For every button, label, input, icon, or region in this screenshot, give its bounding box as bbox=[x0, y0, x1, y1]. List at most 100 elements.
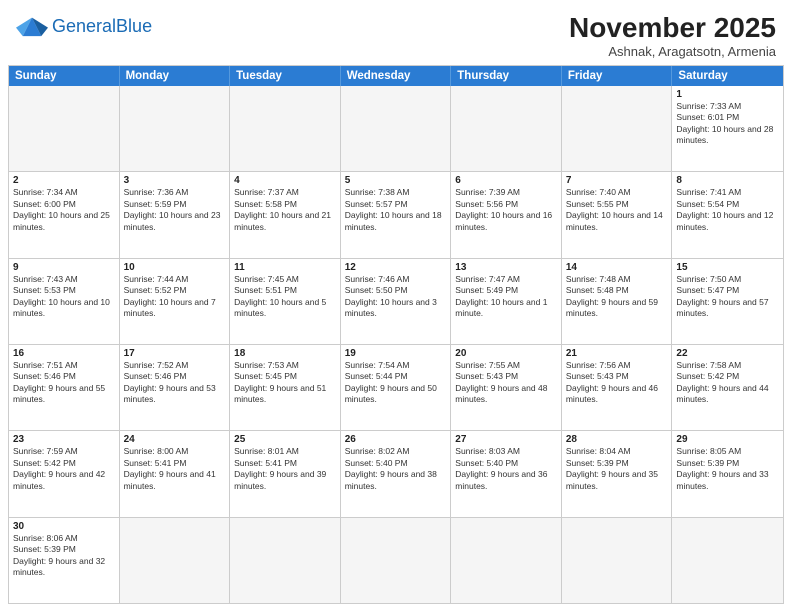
sun-info: Sunrise: 7:51 AM Sunset: 5:46 PM Dayligh… bbox=[13, 360, 115, 406]
day-number: 3 bbox=[124, 175, 226, 186]
sun-info: Sunrise: 7:44 AM Sunset: 5:52 PM Dayligh… bbox=[124, 274, 226, 320]
sun-info: Sunrise: 8:00 AM Sunset: 5:41 PM Dayligh… bbox=[124, 446, 226, 492]
sun-info: Sunrise: 7:38 AM Sunset: 5:57 PM Dayligh… bbox=[345, 187, 447, 233]
month-title: November 2025 bbox=[569, 12, 776, 44]
cal-cell: 30Sunrise: 8:06 AM Sunset: 5:39 PM Dayli… bbox=[9, 518, 120, 603]
day-number: 6 bbox=[455, 175, 557, 186]
sun-info: Sunrise: 7:37 AM Sunset: 5:58 PM Dayligh… bbox=[234, 187, 336, 233]
cal-cell bbox=[672, 518, 783, 603]
day-number: 24 bbox=[124, 434, 226, 445]
cal-header-thursday: Thursday bbox=[451, 66, 562, 86]
cal-cell: 27Sunrise: 8:03 AM Sunset: 5:40 PM Dayli… bbox=[451, 431, 562, 516]
page: GeneralBlue November 2025 Ashnak, Aragat… bbox=[0, 0, 792, 612]
cal-cell bbox=[341, 86, 452, 171]
day-number: 16 bbox=[13, 348, 115, 359]
cal-cell: 19Sunrise: 7:54 AM Sunset: 5:44 PM Dayli… bbox=[341, 345, 452, 430]
sun-info: Sunrise: 7:52 AM Sunset: 5:46 PM Dayligh… bbox=[124, 360, 226, 406]
cal-cell: 2Sunrise: 7:34 AM Sunset: 6:00 PM Daylig… bbox=[9, 172, 120, 257]
logo: GeneralBlue bbox=[16, 12, 152, 40]
sun-info: Sunrise: 7:59 AM Sunset: 5:42 PM Dayligh… bbox=[13, 446, 115, 492]
sun-info: Sunrise: 7:45 AM Sunset: 5:51 PM Dayligh… bbox=[234, 274, 336, 320]
day-number: 27 bbox=[455, 434, 557, 445]
sun-info: Sunrise: 7:54 AM Sunset: 5:44 PM Dayligh… bbox=[345, 360, 447, 406]
sun-info: Sunrise: 7:53 AM Sunset: 5:45 PM Dayligh… bbox=[234, 360, 336, 406]
sun-info: Sunrise: 7:34 AM Sunset: 6:00 PM Dayligh… bbox=[13, 187, 115, 233]
cal-cell: 16Sunrise: 7:51 AM Sunset: 5:46 PM Dayli… bbox=[9, 345, 120, 430]
cal-cell bbox=[120, 518, 231, 603]
title-block: November 2025 Ashnak, Aragatsotn, Armeni… bbox=[569, 12, 776, 59]
sun-info: Sunrise: 8:01 AM Sunset: 5:41 PM Dayligh… bbox=[234, 446, 336, 492]
cal-cell: 20Sunrise: 7:55 AM Sunset: 5:43 PM Dayli… bbox=[451, 345, 562, 430]
logo-icon bbox=[16, 12, 48, 40]
day-number: 25 bbox=[234, 434, 336, 445]
day-number: 21 bbox=[566, 348, 668, 359]
sun-info: Sunrise: 7:40 AM Sunset: 5:55 PM Dayligh… bbox=[566, 187, 668, 233]
cal-cell bbox=[230, 518, 341, 603]
cal-cell: 1Sunrise: 7:33 AM Sunset: 6:01 PM Daylig… bbox=[672, 86, 783, 171]
sun-info: Sunrise: 8:06 AM Sunset: 5:39 PM Dayligh… bbox=[13, 533, 115, 579]
day-number: 7 bbox=[566, 175, 668, 186]
sun-info: Sunrise: 7:39 AM Sunset: 5:56 PM Dayligh… bbox=[455, 187, 557, 233]
cal-cell: 29Sunrise: 8:05 AM Sunset: 5:39 PM Dayli… bbox=[672, 431, 783, 516]
cal-cell: 23Sunrise: 7:59 AM Sunset: 5:42 PM Dayli… bbox=[9, 431, 120, 516]
day-number: 19 bbox=[345, 348, 447, 359]
sun-info: Sunrise: 8:02 AM Sunset: 5:40 PM Dayligh… bbox=[345, 446, 447, 492]
cal-header-friday: Friday bbox=[562, 66, 673, 86]
cal-cell: 15Sunrise: 7:50 AM Sunset: 5:47 PM Dayli… bbox=[672, 259, 783, 344]
sun-info: Sunrise: 7:43 AM Sunset: 5:53 PM Dayligh… bbox=[13, 274, 115, 320]
cal-header-tuesday: Tuesday bbox=[230, 66, 341, 86]
day-number: 22 bbox=[676, 348, 779, 359]
cal-cell: 14Sunrise: 7:48 AM Sunset: 5:48 PM Dayli… bbox=[562, 259, 673, 344]
cal-week-2: 2Sunrise: 7:34 AM Sunset: 6:00 PM Daylig… bbox=[9, 171, 783, 257]
cal-cell bbox=[562, 86, 673, 171]
day-number: 11 bbox=[234, 262, 336, 273]
cal-week-6: 30Sunrise: 8:06 AM Sunset: 5:39 PM Dayli… bbox=[9, 517, 783, 603]
cal-cell: 6Sunrise: 7:39 AM Sunset: 5:56 PM Daylig… bbox=[451, 172, 562, 257]
sun-info: Sunrise: 7:46 AM Sunset: 5:50 PM Dayligh… bbox=[345, 274, 447, 320]
day-number: 17 bbox=[124, 348, 226, 359]
cal-week-5: 23Sunrise: 7:59 AM Sunset: 5:42 PM Dayli… bbox=[9, 430, 783, 516]
day-number: 26 bbox=[345, 434, 447, 445]
cal-cell: 28Sunrise: 8:04 AM Sunset: 5:39 PM Dayli… bbox=[562, 431, 673, 516]
sun-info: Sunrise: 8:03 AM Sunset: 5:40 PM Dayligh… bbox=[455, 446, 557, 492]
cal-cell: 18Sunrise: 7:53 AM Sunset: 5:45 PM Dayli… bbox=[230, 345, 341, 430]
sun-info: Sunrise: 7:48 AM Sunset: 5:48 PM Dayligh… bbox=[566, 274, 668, 320]
day-number: 15 bbox=[676, 262, 779, 273]
cal-cell: 12Sunrise: 7:46 AM Sunset: 5:50 PM Dayli… bbox=[341, 259, 452, 344]
cal-cell: 3Sunrise: 7:36 AM Sunset: 5:59 PM Daylig… bbox=[120, 172, 231, 257]
day-number: 23 bbox=[13, 434, 115, 445]
day-number: 9 bbox=[13, 262, 115, 273]
sun-info: Sunrise: 8:05 AM Sunset: 5:39 PM Dayligh… bbox=[676, 446, 779, 492]
cal-cell bbox=[562, 518, 673, 603]
cal-cell: 8Sunrise: 7:41 AM Sunset: 5:54 PM Daylig… bbox=[672, 172, 783, 257]
cal-cell bbox=[451, 518, 562, 603]
calendar-body: 1Sunrise: 7:33 AM Sunset: 6:01 PM Daylig… bbox=[9, 86, 783, 603]
cal-cell bbox=[341, 518, 452, 603]
cal-cell bbox=[9, 86, 120, 171]
day-number: 29 bbox=[676, 434, 779, 445]
sun-info: Sunrise: 7:33 AM Sunset: 6:01 PM Dayligh… bbox=[676, 101, 779, 147]
cal-cell bbox=[120, 86, 231, 171]
day-number: 30 bbox=[13, 521, 115, 532]
cal-cell bbox=[451, 86, 562, 171]
cal-cell: 11Sunrise: 7:45 AM Sunset: 5:51 PM Dayli… bbox=[230, 259, 341, 344]
day-number: 1 bbox=[676, 89, 779, 100]
cal-cell: 25Sunrise: 8:01 AM Sunset: 5:41 PM Dayli… bbox=[230, 431, 341, 516]
cal-week-4: 16Sunrise: 7:51 AM Sunset: 5:46 PM Dayli… bbox=[9, 344, 783, 430]
sun-info: Sunrise: 7:50 AM Sunset: 5:47 PM Dayligh… bbox=[676, 274, 779, 320]
sun-info: Sunrise: 7:41 AM Sunset: 5:54 PM Dayligh… bbox=[676, 187, 779, 233]
cal-cell: 10Sunrise: 7:44 AM Sunset: 5:52 PM Dayli… bbox=[120, 259, 231, 344]
cal-cell: 9Sunrise: 7:43 AM Sunset: 5:53 PM Daylig… bbox=[9, 259, 120, 344]
day-number: 10 bbox=[124, 262, 226, 273]
sun-info: Sunrise: 7:55 AM Sunset: 5:43 PM Dayligh… bbox=[455, 360, 557, 406]
cal-header-saturday: Saturday bbox=[672, 66, 783, 86]
sun-info: Sunrise: 8:04 AM Sunset: 5:39 PM Dayligh… bbox=[566, 446, 668, 492]
logo-blue: Blue bbox=[116, 16, 152, 36]
cal-cell: 24Sunrise: 8:00 AM Sunset: 5:41 PM Dayli… bbox=[120, 431, 231, 516]
sun-info: Sunrise: 7:36 AM Sunset: 5:59 PM Dayligh… bbox=[124, 187, 226, 233]
cal-cell: 21Sunrise: 7:56 AM Sunset: 5:43 PM Dayli… bbox=[562, 345, 673, 430]
day-number: 4 bbox=[234, 175, 336, 186]
cal-cell: 22Sunrise: 7:58 AM Sunset: 5:42 PM Dayli… bbox=[672, 345, 783, 430]
logo-text: GeneralBlue bbox=[52, 17, 152, 35]
logo-general: General bbox=[52, 16, 116, 36]
